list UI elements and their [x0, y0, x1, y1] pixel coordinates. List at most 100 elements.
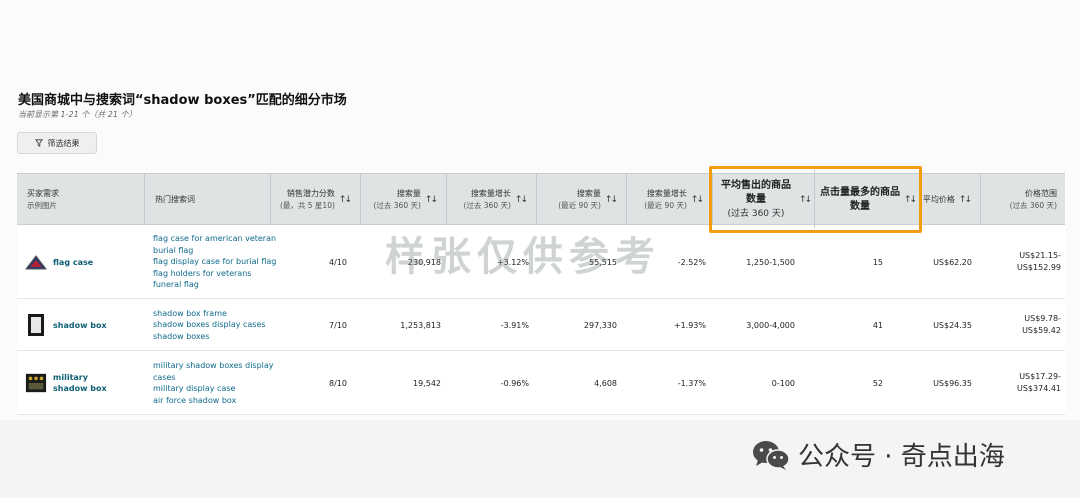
most-clicked-count-value: 15: [872, 257, 883, 267]
buyer-need-name[interactable]: military shadow box: [53, 372, 125, 394]
filter-icon: [34, 139, 43, 147]
price-range-value: US$17.29- US$374.41: [981, 351, 1061, 415]
price-range-value: US$9.78- US$59.42: [981, 299, 1061, 351]
col-label: 销售潜力分数: [286, 189, 335, 198]
sales-potential-value: 4/10: [329, 257, 347, 267]
military-shadow-box-thumbnail: [25, 372, 47, 394]
col-label: 点击量最多的商品数量: [819, 187, 900, 212]
filter-results-button[interactable]: 筛选结果: [17, 132, 97, 154]
sort-icon[interactable]: ↑↓: [515, 195, 528, 205]
col-sublabel: (过去 360 天): [373, 201, 421, 210]
search-growth-360-value: -0.96%: [500, 378, 529, 388]
price-range-low: US$21.15-: [1019, 251, 1061, 260]
sales-potential-value: 8/10: [329, 378, 347, 388]
keyword-link[interactable]: shadow box frame: [153, 308, 227, 320]
wechat-attribution: 公众号 · 奇点出海: [752, 436, 1005, 473]
price-range-high: US$152.99: [1016, 263, 1061, 272]
search-volume-90-value: 4,608: [594, 378, 617, 388]
col-sublabel: (最近 90 天): [644, 201, 687, 210]
col-sublabel: (最，共 5 星10): [279, 201, 335, 210]
table-header: 买家需求示例图片 热门搜索词 销售潜力分数 (最，共 5 星10) ↑↓ 搜索量 (过…: [17, 173, 1065, 226]
price-range-low: US$9.78-: [1024, 314, 1061, 323]
col-sublabel: (过去 360 天): [727, 209, 785, 219]
keyword-link[interactable]: cases: [153, 372, 176, 384]
search-growth-360-value: +3.12%: [496, 257, 529, 267]
col-label: 平均售出的商品数量: [720, 180, 791, 205]
search-growth-90-value: -2.52%: [677, 257, 706, 267]
sort-icon[interactable]: ↑↓: [904, 195, 917, 205]
result-count: 当前显示第 1-21 个（共 21 个）: [18, 110, 137, 119]
col-header-most-clicked-count[interactable]: 点击量最多的商品数量 ↑↓: [814, 174, 921, 226]
keyword-link[interactable]: shadow boxes display cases: [153, 319, 266, 331]
col-header-search-volume-360[interactable]: 搜索量 (过去 360 天) ↑↓: [361, 174, 447, 226]
sort-icon[interactable]: ↑↓: [339, 195, 352, 205]
buyer-need-cell[interactable]: shadow box: [25, 299, 107, 351]
buyer-need-name[interactable]: flag case: [53, 257, 93, 268]
col-header-top-keywords: 热门搜索词: [145, 174, 271, 226]
col-sublabel: (过去 360 天): [463, 201, 511, 210]
flag-case-thumbnail: [25, 251, 47, 273]
avg-units-sold-value: 0-100: [771, 378, 795, 388]
sort-icon[interactable]: ↑↓: [691, 195, 704, 205]
avg-price-value: US$62.20: [933, 257, 972, 267]
search-volume-360-value: 1,253,813: [400, 320, 441, 330]
sort-icon[interactable]: ↑↓: [605, 195, 618, 205]
keyword-link[interactable]: burial flag: [153, 245, 193, 257]
search-volume-360-value: 19,542: [413, 378, 441, 388]
keyword-link[interactable]: flag holders for veterans: [153, 268, 251, 280]
avg-price-value: US$24.35: [933, 320, 972, 330]
keyword-link[interactable]: flag display case for burial flag: [153, 256, 276, 268]
col-header-buyer-needs: 买家需求 示例图片: [17, 174, 145, 226]
keyword-link[interactable]: shadow boxes: [153, 331, 210, 343]
col-header-search-volume-90[interactable]: 搜索量 (最近 90 天) ↑↓: [537, 174, 627, 226]
col-header-price-range: 价格范围 (过去 360 天): [981, 174, 1065, 226]
price-range-low: US$17.29-: [1019, 372, 1061, 381]
search-volume-360-value: 230,918: [407, 257, 441, 267]
col-label: 平均价格: [922, 195, 955, 204]
shadow-box-thumbnail: [25, 314, 47, 336]
buyer-need-name[interactable]: shadow box: [53, 320, 107, 331]
keyword-link[interactable]: military shadow boxes display: [153, 360, 274, 372]
price-range-value: US$21.15- US$152.99: [981, 225, 1061, 299]
buyer-need-cell[interactable]: flag case: [25, 225, 93, 299]
keyword-list: military shadow boxes display cases mili…: [153, 351, 274, 415]
page-title: 美国商城中与搜索词“shadow boxes”匹配的细分市场: [18, 93, 347, 108]
col-header-avg-units-sold[interactable]: 平均售出的商品数量 (过去 360 天) ↑↓: [713, 174, 814, 226]
price-range-high: US$374.41: [1016, 384, 1061, 393]
keyword-link[interactable]: military display case: [153, 383, 235, 395]
col-header-avg-price[interactable]: 平均价格 ↑↓: [921, 174, 981, 226]
sort-icon[interactable]: ↑↓: [799, 195, 812, 205]
keyword-link[interactable]: air force shadow box: [153, 395, 236, 407]
search-growth-90-value: -1.37%: [677, 378, 706, 388]
sort-icon[interactable]: ↑↓: [959, 195, 972, 205]
header-column-divider: [814, 170, 815, 228]
price-range-high: US$59.42: [1022, 326, 1061, 335]
avg-units-sold-value: 3,000-4,000: [746, 320, 795, 330]
col-sublabel: (最近 90 天): [558, 201, 601, 210]
search-growth-90-value: +1.93%: [673, 320, 706, 330]
keyword-list: flag case for american veteran burial fl…: [153, 225, 276, 299]
col-header-search-growth-360[interactable]: 搜索量增长 (过去 360 天) ↑↓: [447, 174, 537, 226]
table-row[interactable]: flag case flag case for american veteran…: [17, 225, 1065, 299]
wechat-icon: [753, 440, 790, 470]
search-growth-360-value: -3.91%: [500, 320, 529, 330]
most-clicked-count-value: 52: [872, 378, 883, 388]
sales-potential-value: 7/10: [329, 320, 347, 330]
table-row[interactable]: military shadow box military shadow boxe…: [17, 351, 1065, 415]
col-header-search-growth-90[interactable]: 搜索量增长 (最近 90 天) ↑↓: [627, 174, 713, 226]
col-label: 搜索量增长: [646, 189, 687, 198]
col-sublabel: 示例图片: [27, 201, 57, 210]
table-row[interactable]: shadow box shadow box frame shadow boxes…: [17, 299, 1065, 351]
col-label: 价格范围: [1025, 189, 1057, 198]
keyword-link[interactable]: flag case for american veteran: [153, 233, 276, 245]
col-label: 搜索量: [396, 189, 421, 198]
col-label: 搜索量: [576, 189, 601, 198]
keyword-link[interactable]: funeral flag: [153, 279, 199, 291]
buyer-need-cell[interactable]: military shadow box: [25, 351, 125, 415]
col-label: 热门搜索词: [155, 195, 195, 204]
col-sublabel: (过去 360 天): [1009, 201, 1057, 210]
col-label: 买家需求: [27, 189, 59, 198]
col-label: 搜索量增长: [470, 189, 511, 198]
col-header-sales-potential[interactable]: 销售潜力分数 (最，共 5 星10) ↑↓: [271, 174, 361, 226]
sort-icon[interactable]: ↑↓: [425, 195, 438, 205]
